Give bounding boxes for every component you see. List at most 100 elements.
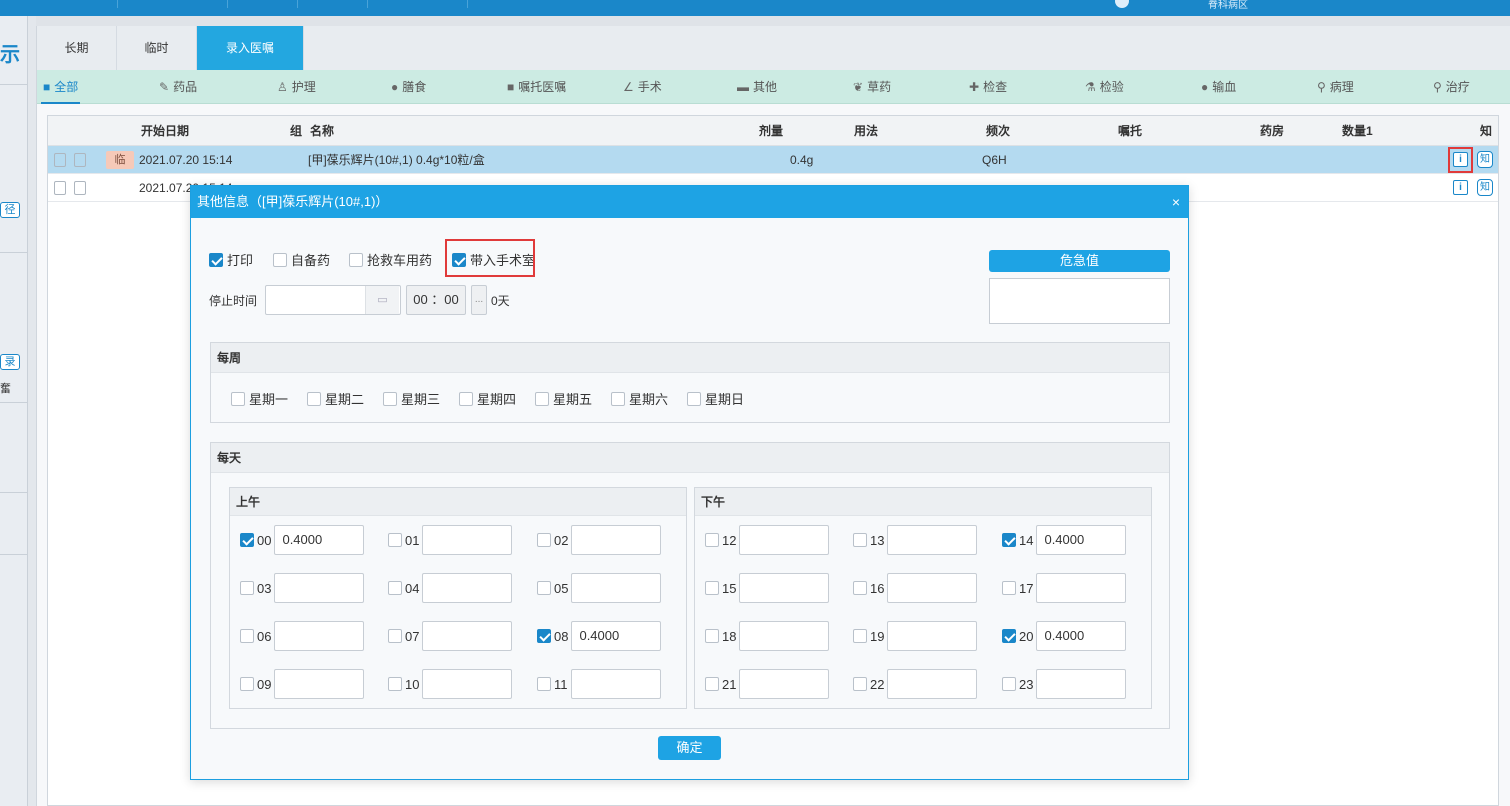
col-zhi[interactable]: 知 [1480, 116, 1492, 146]
hour-05[interactable]: 05 [537, 573, 662, 603]
checkbox[interactable] [1002, 677, 1016, 691]
checkbox[interactable] [383, 391, 397, 406]
option-self-supplied[interactable]: 自备药 [273, 250, 330, 269]
category-nursing[interactable]: ♙ 护理 [277, 70, 316, 104]
hour-value-input[interactable] [274, 621, 365, 651]
hour-02[interactable]: 02 [537, 525, 662, 555]
checkbox[interactable] [535, 391, 549, 406]
checkbox[interactable] [1002, 581, 1016, 595]
hour-14[interactable]: 14 0.4000 [1002, 525, 1127, 555]
hour-value-input[interactable] [739, 621, 830, 651]
checkbox[interactable] [388, 533, 402, 547]
sidebar-button-lu[interactable]: 录 [0, 354, 20, 370]
hour-19[interactable]: 19 [853, 621, 978, 651]
hour-value-input[interactable] [422, 525, 513, 555]
checkbox[interactable] [240, 629, 254, 643]
checkbox[interactable] [537, 533, 551, 547]
zhi-button[interactable]: 知 [1477, 151, 1493, 168]
hour-value-input[interactable] [739, 669, 830, 699]
hour-value-input[interactable] [422, 621, 513, 651]
hour-value-input[interactable] [887, 573, 978, 603]
delete-icon[interactable] [54, 181, 66, 195]
category-entrust[interactable]: ■ 嘱托医嘱 [507, 70, 566, 104]
category-surgery[interactable]: ∠ 手术 [623, 70, 662, 104]
hour-08[interactable]: 08 0.4000 [537, 621, 662, 651]
topbar-section[interactable] [368, 0, 468, 8]
hour-value-input[interactable] [887, 525, 978, 555]
category-treatment[interactable]: ⚲ 治疗 [1433, 70, 1470, 104]
hour-09[interactable]: 09 [240, 669, 365, 699]
clipboard-icon[interactable] [74, 181, 86, 195]
hour-17[interactable]: 17 [1002, 573, 1127, 603]
checkbox[interactable] [349, 252, 363, 267]
topbar-section[interactable] [118, 0, 228, 8]
checkbox[interactable] [853, 581, 867, 595]
checkbox[interactable] [853, 629, 867, 643]
col-pharmacy[interactable]: 药房 [1260, 116, 1284, 146]
category-medicine[interactable]: ✎ 药品 [159, 70, 197, 104]
hour-16[interactable]: 16 [853, 573, 978, 603]
hour-18[interactable]: 18 [705, 621, 830, 651]
hour-04[interactable]: 04 [388, 573, 513, 603]
hour-value-input[interactable]: 0.4000 [571, 621, 662, 651]
checkbox[interactable] [705, 677, 719, 691]
option-rescue-cart[interactable]: 抢救车用药 [349, 250, 432, 269]
close-icon[interactable]: × [1172, 186, 1180, 218]
checkbox[interactable] [853, 533, 867, 547]
category-blood[interactable]: ● 输血 [1201, 70, 1236, 104]
checkbox[interactable] [388, 629, 402, 643]
option-print[interactable]: 打印 [209, 250, 253, 269]
checkbox[interactable] [1002, 533, 1016, 547]
hour-21[interactable]: 21 [705, 669, 830, 699]
hour-10[interactable]: 10 [388, 669, 513, 699]
stop-time-input[interactable]: 00 ：00 [406, 285, 466, 315]
checkbox[interactable] [231, 391, 245, 406]
critical-value-input[interactable] [989, 278, 1170, 324]
checkbox[interactable] [240, 677, 254, 691]
more-button[interactable]: ... [471, 285, 487, 315]
checkbox[interactable] [537, 581, 551, 595]
hour-value-input[interactable] [274, 573, 365, 603]
weekday-sat[interactable]: 星期六 [611, 389, 668, 408]
checkbox[interactable] [705, 533, 719, 547]
col-usage[interactable]: 用法 [854, 116, 878, 146]
hour-03[interactable]: 03 [240, 573, 365, 603]
weekday-thu[interactable]: 星期四 [459, 389, 516, 408]
category-herb[interactable]: ❦ 草药 [853, 70, 891, 104]
category-lab[interactable]: ⚗ 检验 [1085, 70, 1124, 104]
col-dose[interactable]: 剂量 [759, 116, 783, 146]
hour-value-input[interactable] [739, 573, 830, 603]
weekday-wed[interactable]: 星期三 [383, 389, 440, 408]
hour-value-input[interactable] [422, 669, 513, 699]
checkbox[interactable] [537, 677, 551, 691]
tab-long-term[interactable]: 长期 [37, 26, 117, 70]
col-name[interactable]: 名称 [310, 116, 334, 146]
checkbox[interactable] [209, 252, 223, 267]
hour-value-input[interactable] [274, 669, 365, 699]
weekday-tue[interactable]: 星期二 [307, 389, 364, 408]
hour-value-input[interactable] [571, 525, 662, 555]
topbar-section[interactable] [0, 0, 118, 8]
table-row[interactable]: 临 2021.07.20 15:14 [甲]葆乐辉片(10#,1) 0.4g*1… [48, 146, 1498, 174]
weekday-mon[interactable]: 星期一 [231, 389, 288, 408]
checkbox[interactable] [459, 391, 473, 406]
hour-value-input[interactable] [422, 573, 513, 603]
checkbox[interactable] [240, 581, 254, 595]
category-other[interactable]: ▬ 其他 [737, 70, 777, 104]
weekday-sun[interactable]: 星期日 [687, 389, 744, 408]
hour-15[interactable]: 15 [705, 573, 830, 603]
calendar-icon[interactable]: ▭ [365, 286, 399, 314]
checkbox[interactable] [388, 677, 402, 691]
delete-icon[interactable] [54, 153, 66, 167]
col-start-date[interactable]: 开始日期 [141, 116, 189, 146]
weekday-fri[interactable]: 星期五 [535, 389, 592, 408]
checkbox[interactable] [611, 391, 625, 406]
hour-07[interactable]: 07 [388, 621, 513, 651]
tab-temporary[interactable]: 临时 [117, 26, 197, 70]
hour-23[interactable]: 23 [1002, 669, 1127, 699]
checkbox[interactable] [687, 391, 701, 406]
col-entrust[interactable]: 嘱托 [1118, 116, 1142, 146]
hour-value-input[interactable]: 0.4000 [1036, 525, 1127, 555]
critical-value-button[interactable]: 危急值 [989, 250, 1170, 272]
checkbox[interactable] [705, 581, 719, 595]
